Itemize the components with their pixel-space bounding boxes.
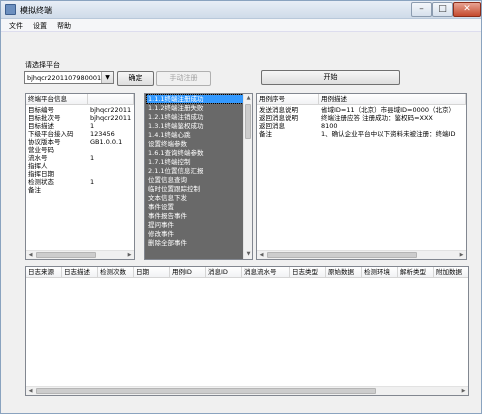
app-icon <box>5 4 16 15</box>
result-row-label: 返回消息说明 <box>259 114 298 122</box>
log-col-header[interactable]: 消息流水号 <box>242 267 290 278</box>
result-row-label: 备注 <box>259 130 272 138</box>
info-row-label: 备注 <box>28 186 41 194</box>
test-case-item[interactable]: 1.7.1终端控制 <box>147 158 243 166</box>
test-case-item[interactable]: 设置终端参数 <box>147 140 243 148</box>
info-row-value: 1 <box>90 122 95 130</box>
result-row-label: 返回消息 <box>259 122 285 130</box>
result-row-value: 1、确认企业平台中以下资料未被注册：终端ID <box>321 130 456 138</box>
test-case-item[interactable]: 2.1.1位置信息汇报 <box>147 167 243 175</box>
test-case-item[interactable]: 位置信息查询 <box>147 176 243 184</box>
minimize-button[interactable]: – <box>411 2 432 17</box>
info-row-label: 营业号码 <box>28 146 54 154</box>
result-row-value: 8100 <box>321 122 338 130</box>
test-case-item[interactable]: 1.1.1终端注册成功 <box>146 94 244 104</box>
result-col-header-0[interactable]: 用例序号 <box>257 94 319 105</box>
test-case-item[interactable]: 文本信息下发 <box>147 194 243 202</box>
info-hscroll-thumb[interactable] <box>36 252 96 258</box>
result-hscrollbar[interactable]: ◀ ▶ <box>257 250 466 259</box>
scroll-up-icon[interactable]: ▲ <box>244 94 252 103</box>
scroll-right-icon[interactable]: ▶ <box>457 251 466 259</box>
info-row-label: 指挥人 <box>28 162 48 170</box>
test-case-item[interactable]: 1.3.1终端鉴权成功 <box>147 122 243 130</box>
scroll-left-icon[interactable]: ◀ <box>26 251 35 259</box>
log-col-header[interactable]: 日期 <box>134 267 170 278</box>
test-case-item[interactable]: 临时位置跟踪控制 <box>147 185 243 193</box>
log-hscrollbar[interactable]: ◀ ▶ <box>26 386 468 395</box>
log-col-header[interactable]: 解析类型 <box>398 267 434 278</box>
info-row-label: 目标批次号 <box>28 114 61 122</box>
log-table: 日志来源 日志描述 检测次数 日期 用例ID 消息ID 消息流水号 日志类型 原始数据 检测环境解… <box>25 266 469 396</box>
info-row-label: 目标编号 <box>28 106 54 114</box>
test-case-item[interactable]: 1.1.2终端注册失败 <box>147 104 243 112</box>
test-case-list[interactable]: 1.1.1终端注册成功 1.1.2终端注册失败 1.2.1终端注销成功 1.3.1终端… <box>144 93 253 260</box>
chevron-down-icon[interactable]: ▼ <box>101 72 113 83</box>
test-case-item[interactable]: 提问事件 <box>147 221 243 229</box>
case-vscroll-thumb[interactable] <box>245 104 251 139</box>
manual-register-button[interactable]: 手动注册 <box>156 71 211 86</box>
info-hscrollbar[interactable]: ◀ ▶ <box>26 250 134 259</box>
test-case-item[interactable]: 修改事件 <box>147 230 243 238</box>
scroll-left-icon[interactable]: ◀ <box>257 251 266 259</box>
info-row-value: 123456 <box>90 130 115 138</box>
log-col-header[interactable]: 日志来源 <box>26 267 62 278</box>
case-vscrollbar[interactable]: ▲ ▼ <box>243 94 252 259</box>
info-row-value: 1 <box>90 178 95 186</box>
log-col-header[interactable]: 日志描述 <box>62 267 98 278</box>
menu-file[interactable]: 文件 <box>9 21 23 31</box>
platform-info-table: 终端平台信息 目标编号 bjhqcr22011 目标批次号 bjhqcr22011 目标… <box>25 93 135 260</box>
info-row-value: 1 <box>90 154 95 162</box>
test-case-item[interactable]: 1.6.1查询终端参数 <box>147 149 243 157</box>
info-row-label: 检测状态 <box>28 178 54 186</box>
scroll-right-icon[interactable]: ▶ <box>459 387 468 395</box>
start-button[interactable]: 开始 <box>261 70 400 85</box>
test-case-item[interactable]: 1.2.1终端注销成功 <box>147 113 243 121</box>
result-row-label: 发送消息说明 <box>259 106 298 114</box>
log-col-header[interactable]: 用例ID <box>170 267 206 278</box>
window-title: 模拟终端 <box>20 6 52 15</box>
log-col-header[interactable]: 日志类型 <box>290 267 326 278</box>
test-case-item[interactable]: 1.4.1终端心跳 <box>147 131 243 139</box>
result-col-header-1[interactable]: 用例描述 <box>319 94 466 105</box>
info-row-label: 目标描述 <box>28 122 54 130</box>
platform-label: 请选择平台 <box>25 61 60 69</box>
menu-settings[interactable]: 设置 <box>33 21 47 31</box>
info-row-label: 下级平台接入码 <box>28 130 74 138</box>
info-row-label: 指挥日期 <box>28 170 54 178</box>
scroll-right-icon[interactable]: ▶ <box>125 251 134 259</box>
maximize-button[interactable]: □ <box>432 2 453 17</box>
log-col-header[interactable]: 附加数据 <box>434 267 468 278</box>
result-row-value: 终端注册应答 注册成功：鉴权码=XXX <box>321 114 433 122</box>
test-case-item[interactable]: 事件报告事件 <box>147 212 243 220</box>
info-row-value: bjhqcr22011 <box>90 114 132 122</box>
log-hscroll-thumb[interactable] <box>36 388 376 394</box>
log-col-header[interactable]: 消息ID <box>206 267 242 278</box>
log-col-header[interactable]: 检测环境 <box>362 267 398 278</box>
platform-select[interactable]: bjhqcr2201107980001 ▼ <box>24 71 114 84</box>
platform-select-value: bjhqcr2201107980001 <box>27 74 102 82</box>
confirm-button[interactable]: 确定 <box>117 71 154 86</box>
info-col-header-0[interactable]: 终端平台信息 <box>26 94 88 105</box>
result-row-value: 省域ID=11（北京）市县域ID=0000（北京） <box>321 106 456 114</box>
info-col-header-1[interactable] <box>88 94 134 105</box>
test-result-table: 用例序号 用例描述 发送消息说明 省域ID=11（北京）市县域ID=0000（北京… <box>256 93 467 260</box>
title-bar[interactable]: 模拟终端 – □ ✕ <box>1 1 481 19</box>
result-hscroll-thumb[interactable] <box>267 252 417 258</box>
menu-help[interactable]: 帮助 <box>57 21 71 31</box>
scroll-down-icon[interactable]: ▼ <box>244 250 252 259</box>
test-case-item[interactable]: 事件设置 <box>147 203 243 211</box>
info-row-value: bjhqcr22011 <box>90 106 132 114</box>
log-col-header[interactable]: 检测次数 <box>98 267 134 278</box>
menu-bar: 文件 设置 帮助 <box>1 19 481 32</box>
main-window: 模拟终端 – □ ✕ 文件 设置 帮助 请选择平台 bjhqcr22011079… <box>0 0 482 414</box>
test-case-item[interactable]: 删除全部事件 <box>147 239 243 247</box>
close-button[interactable]: ✕ <box>453 2 481 17</box>
scroll-left-icon[interactable]: ◀ <box>26 387 35 395</box>
log-col-header[interactable]: 原始数据 <box>326 267 362 278</box>
info-row-label: 流水号 <box>28 154 48 162</box>
info-row-value: GB1.0.0.1 <box>90 138 123 146</box>
info-row-label: 协议版本号 <box>28 138 61 146</box>
